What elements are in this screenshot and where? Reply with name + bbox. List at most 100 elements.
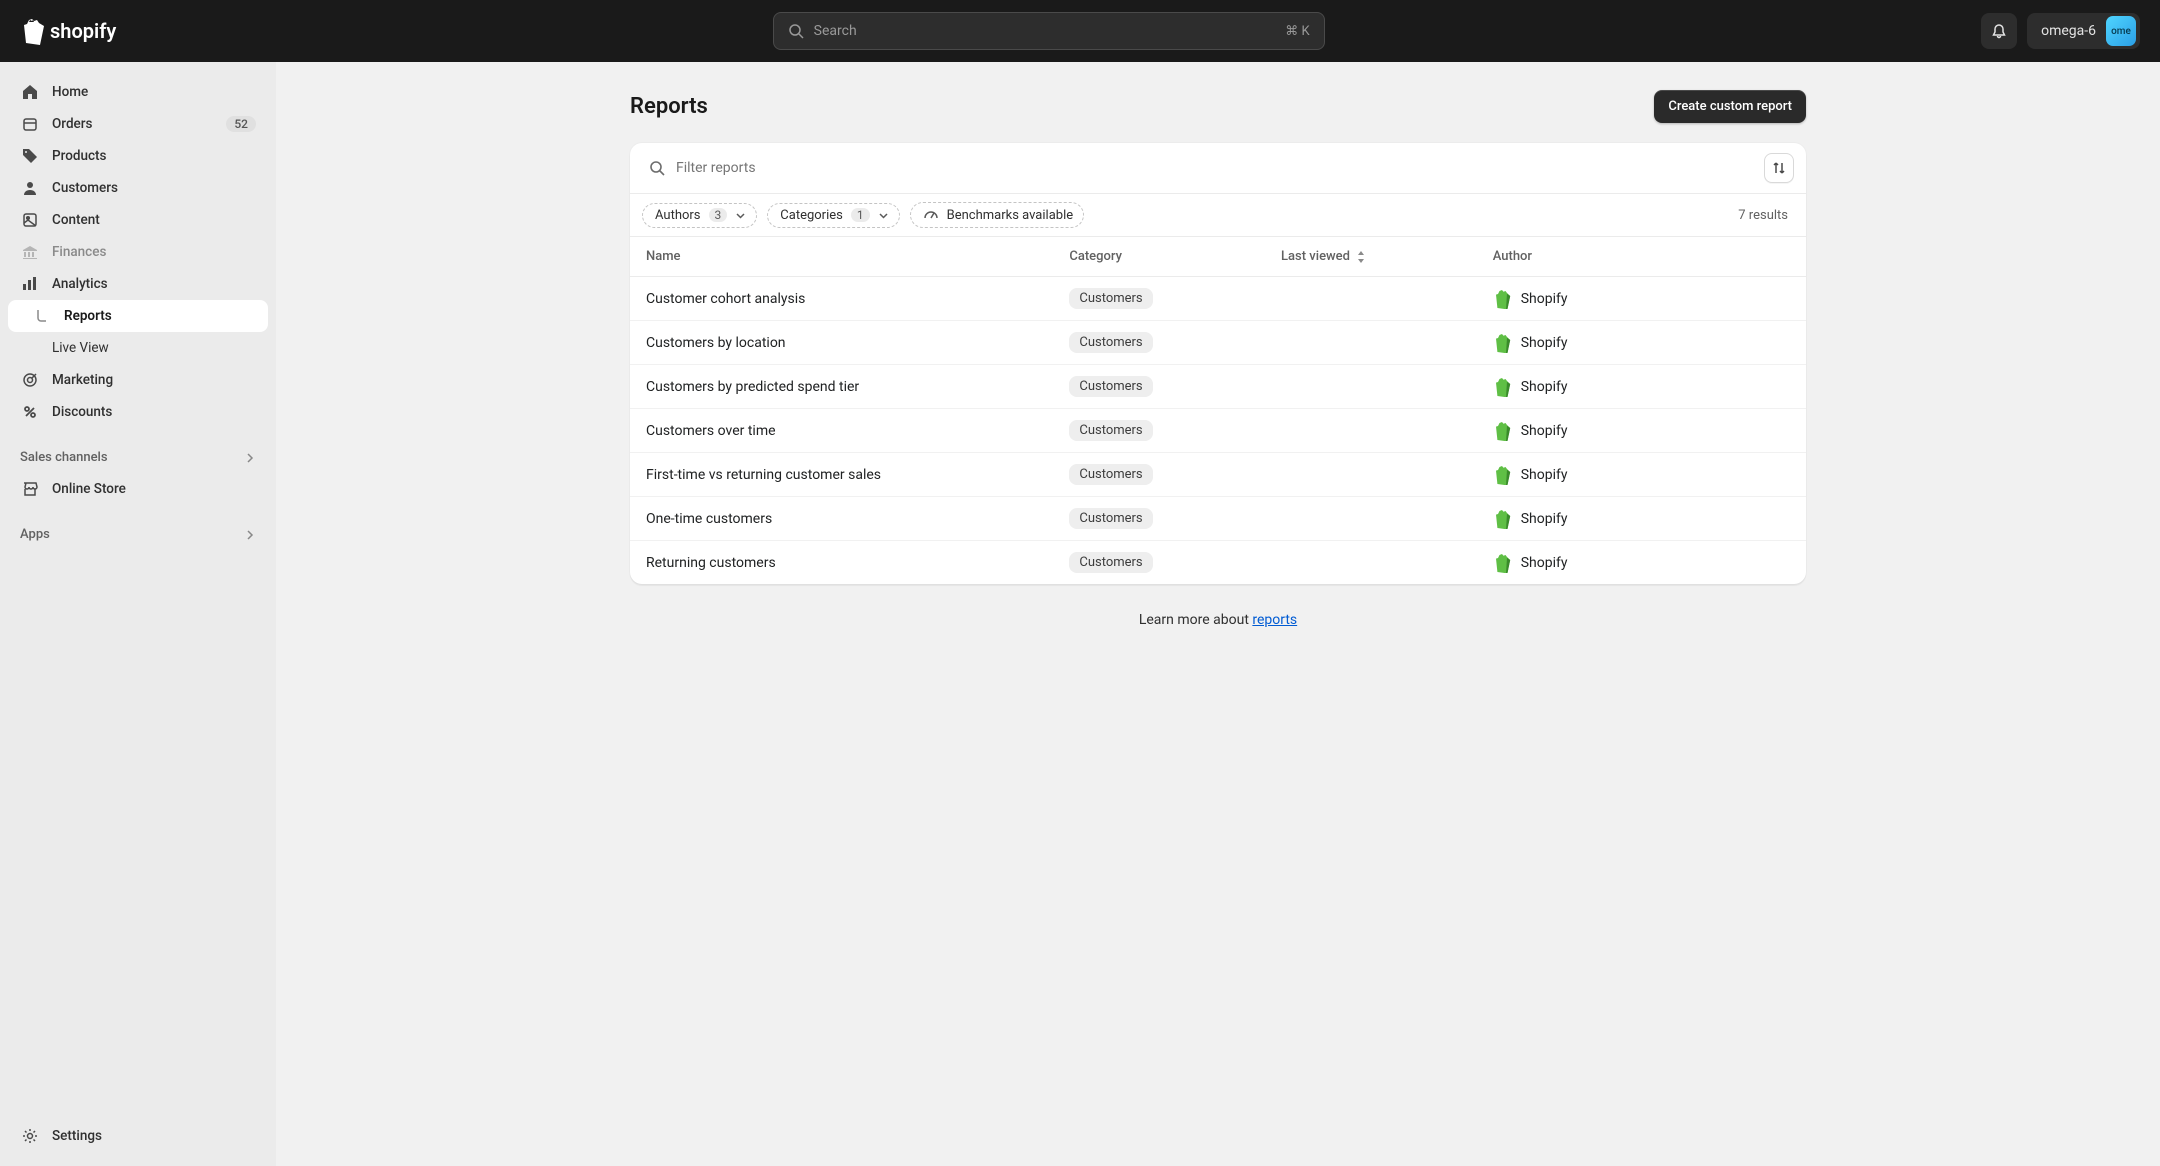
- section-label: Apps: [20, 527, 50, 542]
- shopify-badge-icon: [1493, 509, 1511, 529]
- sidebar-item-label: Marketing: [52, 372, 113, 388]
- create-report-button[interactable]: Create custom report: [1654, 90, 1806, 123]
- cell-author: Shopify: [1477, 541, 1806, 585]
- results-count: 7 results: [1738, 208, 1794, 223]
- page-header: Reports Create custom report: [630, 90, 1806, 123]
- sidebar-item-orders[interactable]: Orders 52: [8, 108, 268, 140]
- sidebar-item-home[interactable]: Home: [8, 76, 268, 108]
- shopify-badge-icon: [1493, 553, 1511, 573]
- learn-link[interactable]: reports: [1252, 612, 1297, 628]
- shopify-badge-icon: [1493, 289, 1511, 309]
- brand-text: shopify: [50, 19, 116, 43]
- cell-category: Customers: [1053, 541, 1265, 585]
- sidebar-item-label: Reports: [64, 308, 112, 324]
- filter-input[interactable]: [676, 154, 1750, 182]
- cell-name: First-time vs returning customer sales: [630, 453, 1053, 497]
- cell-author: Shopify: [1477, 409, 1806, 453]
- sidebar-item-products[interactable]: Products: [8, 140, 268, 172]
- table-row[interactable]: One-time customersCustomersShopify: [630, 497, 1806, 541]
- orders-icon: [20, 114, 40, 134]
- cell-name: Customers over time: [630, 409, 1053, 453]
- sidebar-item-marketing[interactable]: Marketing: [8, 364, 268, 396]
- cell-author: Shopify: [1477, 277, 1806, 321]
- discounts-icon: [20, 402, 40, 422]
- shopify-badge-icon: [1493, 333, 1511, 353]
- sidebar-section-sales-channels[interactable]: Sales channels: [8, 442, 268, 473]
- sidebar-item-reports[interactable]: Reports: [8, 300, 268, 332]
- reports-table: Name Category Last viewed Author Custome…: [630, 237, 1806, 584]
- cell-name: Customers by location: [630, 321, 1053, 365]
- search-container: ⌘ K: [116, 12, 1981, 50]
- table-row[interactable]: Customers by predicted spend tierCustome…: [630, 365, 1806, 409]
- home-icon: [20, 82, 40, 102]
- sidebar-item-label: Live View: [52, 340, 109, 356]
- analytics-icon: [20, 274, 40, 294]
- reports-card: Authors 3 Categories 1 Benchmarks availa…: [630, 143, 1806, 584]
- notifications-button[interactable]: [1981, 13, 2017, 49]
- shopify-bag-icon: [20, 17, 44, 45]
- sidebar-item-discounts[interactable]: Discounts: [8, 396, 268, 428]
- cell-author: Shopify: [1477, 365, 1806, 409]
- chevron-down-icon: [878, 210, 889, 221]
- gear-icon: [20, 1126, 40, 1146]
- chevron-right-icon: [244, 529, 256, 541]
- search-box[interactable]: ⌘ K: [773, 12, 1325, 50]
- col-name[interactable]: Name: [630, 237, 1053, 277]
- cell-category: Customers: [1053, 409, 1265, 453]
- filter-categories[interactable]: Categories 1: [767, 203, 899, 228]
- cell-author: Shopify: [1477, 321, 1806, 365]
- sort-button[interactable]: [1764, 153, 1794, 183]
- cell-name: One-time customers: [630, 497, 1053, 541]
- filter-row: [630, 143, 1806, 194]
- shopify-badge-icon: [1493, 377, 1511, 397]
- filter-benchmarks[interactable]: Benchmarks available: [910, 202, 1085, 228]
- marketing-icon: [20, 370, 40, 390]
- table-row[interactable]: Returning customersCustomers Shopify: [630, 541, 1806, 585]
- customers-icon: [20, 178, 40, 198]
- account-name: omega-6: [2041, 23, 2096, 39]
- sidebar-item-settings[interactable]: Settings: [8, 1120, 268, 1152]
- table-row[interactable]: First-time vs returning customer salesCu…: [630, 453, 1806, 497]
- learn-prefix: Learn more about: [1139, 612, 1253, 628]
- sidebar-item-finances[interactable]: Finances: [8, 236, 268, 268]
- sidebar-item-live-view[interactable]: Live View: [8, 332, 268, 364]
- avatar: ome: [2106, 16, 2136, 46]
- col-last-viewed[interactable]: Last viewed: [1265, 237, 1477, 277]
- table-row[interactable]: Customers over timeCustomers Shopify: [630, 409, 1806, 453]
- sidebar-item-content[interactable]: Content: [8, 204, 268, 236]
- col-author[interactable]: Author: [1477, 237, 1806, 277]
- col-category[interactable]: Category: [1053, 237, 1265, 277]
- sidebar-item-label: Discounts: [52, 404, 112, 420]
- sidebar-section-apps[interactable]: Apps: [8, 519, 268, 550]
- orders-badge: 52: [226, 116, 256, 132]
- table-row[interactable]: Customers by locationCustomers Shopify: [630, 321, 1806, 365]
- sidebar-item-online-store[interactable]: Online Store: [8, 473, 268, 505]
- products-icon: [20, 146, 40, 166]
- account-button[interactable]: omega-6 ome: [2027, 13, 2140, 49]
- cell-name: Customer cohort analysis: [630, 277, 1053, 321]
- search-input[interactable]: [814, 23, 1286, 39]
- pill-label: Categories: [780, 208, 843, 223]
- chevron-right-icon: [244, 452, 256, 464]
- cell-category: Customers: [1053, 277, 1265, 321]
- sidebar-item-label: Online Store: [52, 481, 126, 497]
- cell-last-viewed: [1265, 497, 1477, 541]
- sort-indicator-icon: [1353, 249, 1366, 264]
- pill-count: 1: [851, 208, 870, 222]
- shopify-badge-icon: [1493, 421, 1511, 441]
- cell-category: Customers: [1053, 321, 1265, 365]
- pill-row: Authors 3 Categories 1 Benchmarks availa…: [630, 194, 1806, 237]
- pill-count: 3: [709, 208, 728, 222]
- top-header: shopify ⌘ K omega-6 ome: [0, 0, 2160, 62]
- brand-logo[interactable]: shopify: [20, 17, 116, 45]
- finances-icon: [20, 242, 40, 262]
- sort-icon: [1771, 160, 1787, 176]
- content-icon: [20, 210, 40, 230]
- table-row[interactable]: Customer cohort analysisCustomers Shopify: [630, 277, 1806, 321]
- sidebar-item-customers[interactable]: Customers: [8, 172, 268, 204]
- sidebar-item-label: Orders: [52, 116, 93, 132]
- cell-last-viewed: [1265, 453, 1477, 497]
- cell-name: Returning customers: [630, 541, 1053, 585]
- filter-authors[interactable]: Authors 3: [642, 203, 757, 228]
- sidebar-item-analytics[interactable]: Analytics: [8, 268, 268, 300]
